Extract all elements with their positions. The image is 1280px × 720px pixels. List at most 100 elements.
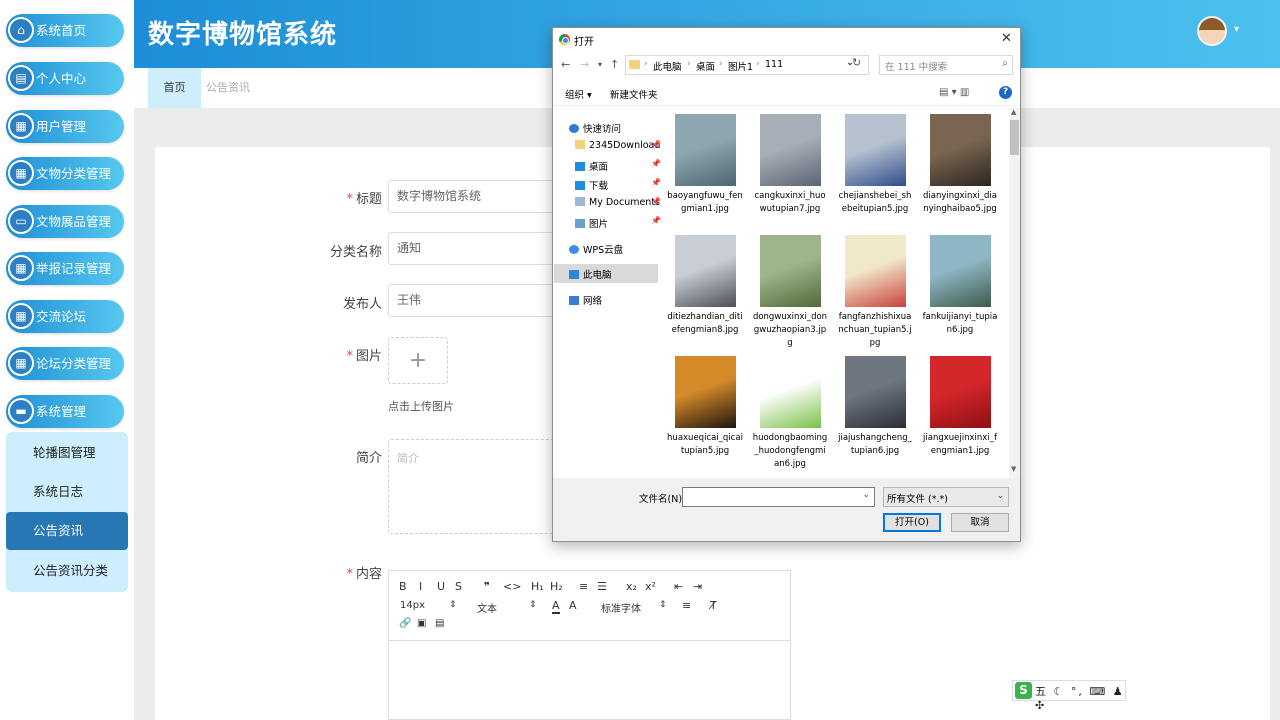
intro-textarea[interactable]: 简介	[388, 439, 558, 534]
clear-format-button[interactable]: T̸	[710, 599, 717, 612]
nav-pane-item[interactable]: My Documents 📌	[575, 197, 661, 208]
editor-insert-button[interactable]: ▣	[417, 618, 426, 629]
sidebar-item-4[interactable]: ▦ 文物分类管理	[6, 157, 124, 190]
editor-tool-button[interactable]: ❞	[484, 580, 490, 593]
filename-dropdown-icon[interactable]: ⌄	[862, 490, 870, 500]
editor-tool-button[interactable]: ⇤	[674, 580, 683, 593]
nav-pane-item[interactable]: WPS云盘	[569, 242, 623, 256]
pin-icon: 📌	[651, 197, 661, 206]
breadcrumb-pictures1[interactable]: 图片1	[728, 59, 753, 73]
crumb-separator: ›	[719, 59, 723, 69]
category-input[interactable]: 通知	[388, 232, 558, 265]
filename-label: 文件名(N):	[639, 494, 686, 505]
editor-tool-button[interactable]: ⇥	[693, 580, 702, 593]
nav-pane-item[interactable]: 下载 📌	[575, 178, 661, 192]
sidebar: ⌂ 系统首页 ▤ 个人中心 ▦ 用户管理 ▦ 文物分类管理 ▭ 文物展品管理 ▦ 举报记录管理 ▦ 交流论…	[0, 0, 134, 720]
filetype-select[interactable]: 所有文件 (*.*) ⌄	[883, 487, 1009, 507]
editor-tool-button[interactable]: x₂	[626, 580, 637, 593]
font-size-select[interactable]: 14px	[400, 600, 425, 611]
tab-notice[interactable]: 公告资讯	[201, 68, 255, 108]
file-item[interactable]: jiajushangcheng_tupian6.jpg	[837, 356, 913, 458]
filename-input[interactable]: ⌄	[682, 487, 875, 507]
nav-pane-item[interactable]: 2345Download 📌	[575, 140, 661, 151]
paragraph-select[interactable]: 文本	[477, 600, 497, 615]
publisher-input[interactable]: 王伟	[388, 284, 558, 317]
editor-tool-button[interactable]: x²	[645, 580, 656, 593]
nav-pane-item[interactable]: 桌面 📌	[575, 159, 661, 173]
search-input[interactable]: 在 111 中搜索 ⌕	[879, 55, 1013, 75]
refresh-icon[interactable]: ↻	[852, 56, 861, 69]
new-folder-button[interactable]: 新建文件夹	[610, 87, 658, 101]
file-item[interactable]: dianyingxinxi_dianyinghaibao5.jpg	[922, 114, 998, 216]
view-options-icon[interactable]: ▤ ▾ ▥	[939, 87, 969, 98]
sidebar-item-6[interactable]: ▦ 举报记录管理	[6, 252, 124, 285]
highlight-button[interactable]: A	[569, 599, 577, 612]
scrollbar[interactable]: ▲ ▼	[1009, 108, 1020, 478]
align-button[interactable]: ≡	[682, 599, 691, 612]
scroll-down-icon[interactable]: ▼	[1011, 465, 1016, 473]
text-color-button[interactable]: A	[552, 599, 560, 614]
editor-tool-button[interactable]: B	[399, 580, 407, 593]
editor-tool-button[interactable]: ≡	[579, 580, 588, 593]
close-icon[interactable]: ✕	[1001, 31, 1012, 46]
cancel-button[interactable]: 取消	[951, 513, 1009, 532]
help-icon[interactable]: ?	[999, 86, 1012, 99]
editor-tool-button[interactable]: I	[419, 580, 422, 593]
open-button[interactable]: 打开(O)	[883, 513, 941, 532]
user-avatar[interactable]	[1197, 16, 1227, 46]
file-item[interactable]: baoyangfuwu_fengmian1.jpg	[667, 114, 743, 216]
ime-toolbar[interactable]: S 五 ☾ °, ⌨ ♟ ✣	[1012, 680, 1126, 712]
submenu-item[interactable]: 系统日志	[6, 473, 128, 511]
sidebar-item-1[interactable]: ⌂ 系统首页	[6, 14, 124, 47]
up-arrow-icon[interactable]: ↑	[610, 58, 619, 71]
organize-button[interactable]: 组织 ▾	[565, 87, 592, 101]
sidebar-item-2[interactable]: ▤ 个人中心	[6, 62, 124, 95]
submenu-item[interactable]: 轮播图管理	[6, 434, 128, 472]
sidebar-item-9[interactable]: ▬ 系统管理	[6, 395, 124, 428]
forward-arrow-icon[interactable]: →	[580, 58, 589, 71]
title-input[interactable]: 数字博物馆系统	[388, 180, 558, 213]
submenu-item[interactable]: 公告资讯分类	[6, 552, 128, 590]
sidebar-item-7[interactable]: ▦ 交流论坛	[6, 300, 124, 333]
recent-dropdown-icon[interactable]: ▾	[598, 60, 602, 69]
editor-tool-button[interactable]: U	[437, 580, 445, 593]
file-item[interactable]: huodongbaoming_huodongfengmian6.jpg	[752, 356, 828, 471]
nav-pane-item[interactable]: 此电脑	[569, 267, 612, 281]
image-thumbnail	[759, 235, 821, 307]
scroll-up-icon[interactable]: ▲	[1011, 108, 1016, 116]
submenu-item[interactable]: 公告资讯	[6, 512, 128, 550]
editor-tool-button[interactable]: H₁	[531, 580, 544, 593]
image-upload-button[interactable]: +	[388, 337, 448, 384]
back-arrow-icon[interactable]: ←	[561, 58, 570, 71]
editor-tool-button[interactable]: S	[455, 580, 462, 593]
plus-icon: +	[408, 348, 428, 373]
file-item[interactable]: jiangxuejinxinxi_fengmian1.jpg	[922, 356, 998, 458]
file-item[interactable]: huaxueqicai_qicaitupian5.jpg	[667, 356, 743, 458]
font-family-select[interactable]: 标准字体	[601, 600, 641, 615]
file-item[interactable]: chejianshebei_shebeitupian5.jpg	[837, 114, 913, 216]
file-item[interactable]: fangfanzhishixuanchuan_tupian5.jpg	[837, 235, 913, 350]
address-bar[interactable]: › 此电脑 › 桌面 › 图片1 › 111 ⌄	[625, 55, 869, 75]
rich-text-editor[interactable]: B I U S ❞ <> H₁ H₂ ≡ ☰ x₂ x² ⇤ ⇥ 14px 文本 标准字体 ⇕ ⇕ ⇕ A A ≡ T̸ 🔗 ▣ ▤	[388, 570, 791, 720]
chevron-down-icon[interactable]: ▾	[1234, 24, 1239, 35]
sidebar-item-3[interactable]: ▦ 用户管理	[6, 110, 124, 143]
editor-insert-button[interactable]: ▤	[435, 618, 444, 629]
nav-pane-item[interactable]: 图片 📌	[575, 216, 661, 230]
file-item[interactable]: cangkuxinxi_huowutupian7.jpg	[752, 114, 828, 216]
nav-pane-item[interactable]: 快速访问	[569, 121, 621, 135]
editor-insert-button[interactable]: 🔗	[399, 618, 411, 629]
tab-home[interactable]: 首页	[148, 68, 201, 108]
scrollbar-thumb[interactable]	[1010, 120, 1019, 155]
editor-tool-button[interactable]: H₂	[550, 580, 563, 593]
nav-pane-item[interactable]: 网络	[569, 293, 602, 307]
sidebar-item-5[interactable]: ▭ 文物展品管理	[6, 205, 124, 238]
editor-tool-button[interactable]: ☰	[597, 580, 607, 593]
file-item[interactable]: dongwuxinxi_dongwuzhaopian3.jpg	[752, 235, 828, 350]
file-item[interactable]: ditiezhandian_ditiefengmian8.jpg	[667, 235, 743, 337]
sidebar-item-8[interactable]: ▦ 论坛分类管理	[6, 347, 124, 380]
editor-tool-button[interactable]: <>	[503, 580, 521, 593]
file-item[interactable]: fankuijianyi_tupian6.jpg	[922, 235, 998, 337]
breadcrumb-this-pc[interactable]: 此电脑	[653, 59, 682, 73]
breadcrumb-111[interactable]: 111	[765, 59, 783, 70]
breadcrumb-desktop[interactable]: 桌面	[696, 59, 715, 73]
